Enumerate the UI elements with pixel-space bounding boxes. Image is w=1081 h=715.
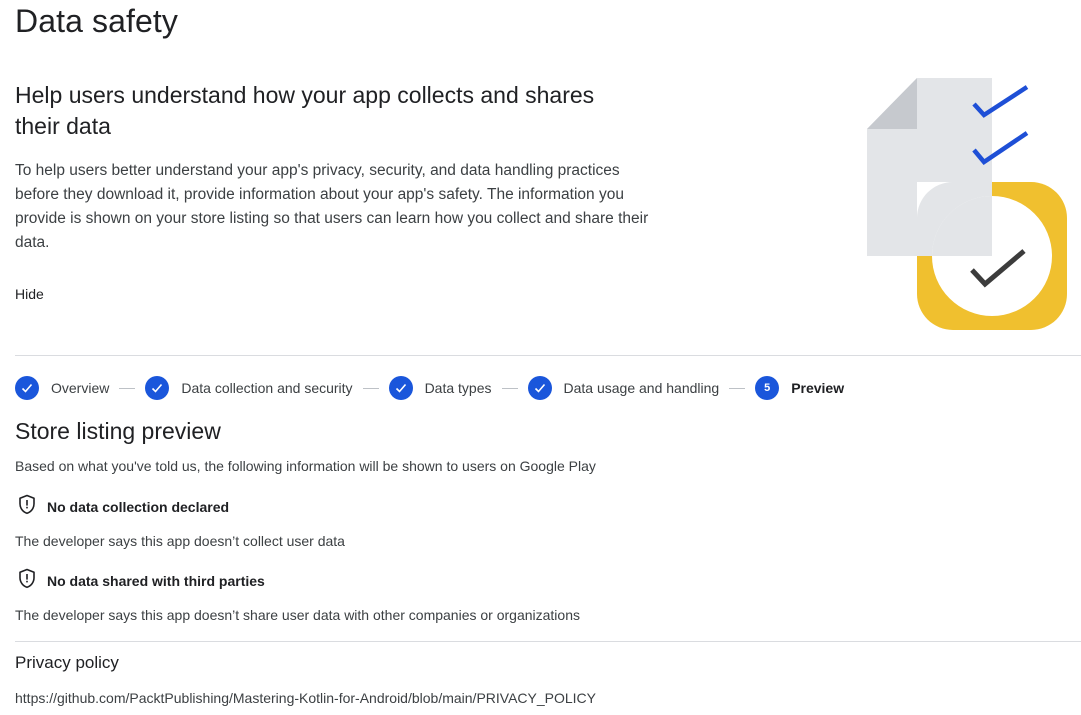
divider — [15, 355, 1081, 356]
privacy-policy-title: Privacy policy — [15, 653, 119, 672]
step-connector — [119, 387, 136, 389]
step-data-collection-and-security[interactable]: Data collection and security — [145, 376, 353, 400]
check-icon — [15, 376, 39, 400]
item-description: The developer says this app doesn’t shar… — [15, 607, 580, 623]
shield-alert-icon — [17, 494, 37, 520]
intro-heading: Help users understand how your app colle… — [15, 82, 595, 139]
step-label: Preview — [791, 380, 845, 396]
step-data-usage-and-handling[interactable]: Data usage and handling — [527, 376, 720, 400]
check-icon — [527, 376, 552, 400]
step-number-badge: 5 — [755, 376, 780, 400]
section-subtitle: Based on what you've told us, the follow… — [15, 458, 596, 474]
step-preview[interactable]: 5 Preview — [755, 376, 844, 400]
step-label: Data collection and security — [181, 380, 353, 396]
divider — [15, 641, 1081, 642]
step-connector — [362, 387, 379, 389]
page-title: Data safety — [15, 3, 178, 39]
step-label: Overview — [51, 380, 110, 396]
step-label: Data usage and handling — [563, 380, 720, 396]
step-data-types[interactable]: Data types — [388, 376, 492, 400]
check-icon — [388, 376, 413, 400]
data-collection-item: No data collection declared — [17, 494, 229, 520]
section-title: Store listing preview — [15, 418, 221, 444]
hide-intro-button[interactable]: Hide — [15, 284, 44, 304]
step-connector — [729, 387, 746, 389]
item-title: No data collection declared — [47, 499, 230, 515]
item-title: No data shared with third parties — [47, 573, 265, 589]
step-connector — [501, 387, 518, 389]
item-description: The developer says this app doesn’t coll… — [15, 533, 345, 549]
document-checklist-illustration — [862, 74, 1074, 334]
step-overview[interactable]: Overview — [15, 376, 109, 400]
check-icon — [145, 376, 170, 400]
intro-description: To help users better understand your app… — [15, 162, 649, 251]
stepper: Overview Data collection and security Da… — [15, 375, 844, 401]
data-sharing-item: No data shared with third parties — [17, 568, 265, 594]
document-fold-shape — [867, 78, 917, 129]
step-label: Data types — [424, 380, 492, 396]
privacy-policy-url[interactable]: https://github.com/PacktPublishing/Maste… — [15, 688, 596, 708]
shield-alert-icon — [17, 568, 37, 594]
